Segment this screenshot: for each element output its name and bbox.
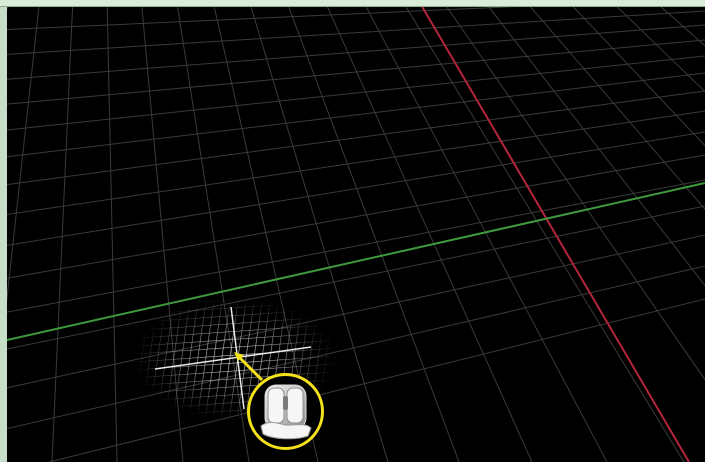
viewport-canvas[interactable] [7, 7, 705, 462]
mouse-icon [260, 384, 312, 440]
3d-viewport[interactable] [7, 7, 705, 462]
viewport-top-strip [0, 0, 705, 7]
mouse-callout [247, 373, 324, 450]
